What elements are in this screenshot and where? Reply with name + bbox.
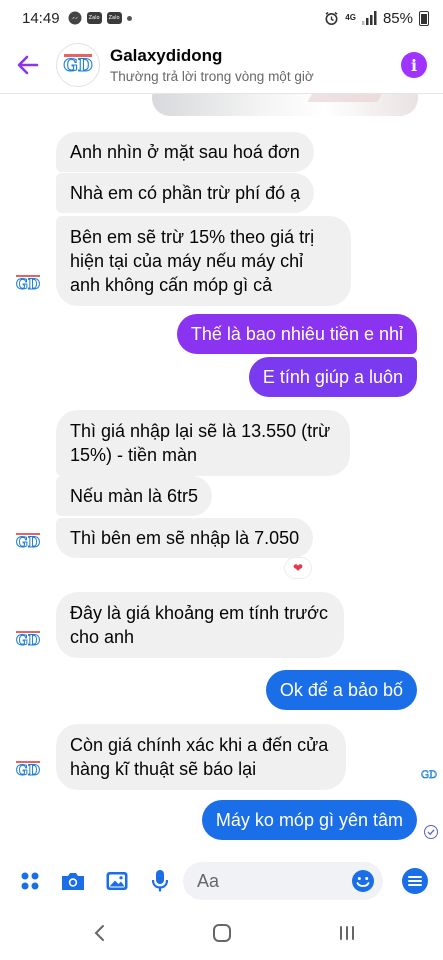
nav-home-icon [213,924,231,942]
mic-icon [151,870,169,892]
android-nav-bar [0,908,443,960]
message-bubble[interactable]: Nhà em có phần trừ phí đó ạ [56,173,315,213]
header-text[interactable]: Galaxydidong Thường trả lời trong vòng m… [110,46,314,84]
status-time: 14:49 [22,9,60,27]
message-bubble[interactable]: Còn giá chính xác khi a đến cửa hàng kĩ … [56,724,346,790]
chat-header: GD Galaxydidong Thường trả lời trong vòn… [0,36,443,94]
camera-icon [62,873,84,890]
nav-recents-icon [340,926,354,940]
nav-back-icon [94,925,104,941]
network-label: 4G [345,13,356,22]
sender-avatar[interactable]: GD [14,760,42,780]
sender-avatar[interactable]: GD [14,630,42,650]
back-arrow-icon [17,55,39,74]
galaxydidong-logo-icon: GD [15,631,41,650]
message-input[interactable]: Aa [183,862,383,900]
nav-home-button[interactable] [209,922,235,944]
sender-avatar[interactable]: GD [14,532,42,552]
battery-icon [419,10,429,26]
info-icon: i [410,55,418,75]
signal-icon [361,11,377,25]
logo-letters: GD [63,56,93,76]
emoji-icon[interactable] [351,869,375,893]
message-bubble[interactable]: E tính giúp a luôn [248,357,417,397]
notification-icons: Zalo Zalo [68,11,132,25]
message-bubble[interactable]: Bên em sẽ trừ 15% theo giá trị hiện tại … [56,216,351,306]
message-bubble[interactable]: Anh nhìn ở mặt sau hoá đơn [56,132,314,172]
header-avatar[interactable]: GD [56,42,100,87]
status-bar: 14:49 Zalo Zalo 4G 85% [0,0,443,36]
composer-bar: Aa [0,854,443,908]
gallery-button[interactable] [103,867,131,895]
contact-name: Galaxydidong [110,45,223,65]
photo-message-preview[interactable] [152,94,418,116]
sender-avatar[interactable]: GD [14,274,42,294]
nav-recents-button[interactable] [334,922,360,944]
mic-button[interactable] [146,867,174,895]
galaxydidong-logo-icon: GD [63,53,93,76]
message-bubble[interactable]: Máy ko móp gì yên tâm [201,800,417,840]
galaxydidong-logo-icon: GD [15,761,41,780]
zalo-notif-icon: Zalo [86,12,102,24]
camera-button[interactable] [59,867,87,895]
battery-percent: 85% [382,9,413,27]
message-bubble[interactable]: Ok để a bảo bố [265,670,417,710]
nav-back-button[interactable] [86,922,112,944]
message-input-placeholder: Aa [197,870,220,891]
contact-status: Thường trả lời trong vòng một giờ [110,68,314,84]
galaxydidong-logo-icon: GD [15,533,41,552]
heart-reaction[interactable]: ❤ [284,557,312,579]
more-notifs-dot-icon [126,15,132,21]
svg-text:GD: GD [16,633,40,649]
message-bubble[interactable]: Nếu màn là 6tr5 [56,476,213,516]
status-right: 4G 85% [324,10,429,27]
message-bubble[interactable]: Thì bên em sẽ nhập là 7.050 [56,518,314,558]
svg-text:GD: GD [16,535,40,551]
menu-button[interactable] [402,868,428,894]
heart-icon: ❤ [292,561,304,575]
alarm-icon [325,11,338,25]
info-button[interactable]: i [401,52,427,78]
back-button[interactable] [0,36,56,94]
message-bubble[interactable]: Đây là giá khoảng em tính trước cho anh [56,592,344,658]
svg-text:GD: GD [16,277,40,293]
menu-icon [408,876,422,886]
message-bubble[interactable]: Thì giá nhập lại sẽ là 13.550 (trừ 15%) … [56,410,350,476]
galaxydidong-logo-icon: GD [421,770,438,781]
galaxydidong-logo-icon: GD [15,275,41,294]
apps-button[interactable] [16,867,44,895]
gallery-icon [106,872,128,890]
svg-text:GD: GD [16,763,40,779]
messenger-notif-icon [68,11,82,25]
message-bubble[interactable]: Thế là bao nhiêu tiền e nhỉ [176,314,417,354]
sent-check-icon [424,825,438,839]
seen-avatar: GD [420,766,438,782]
chat-thread[interactable]: Anh nhìn ở mặt sau hoá đơn Nhà em có phầ… [0,94,443,854]
zalo-notif-icon-2: Zalo [106,12,122,24]
svg-text:GD: GD [421,770,437,781]
apps-icon [21,872,39,890]
